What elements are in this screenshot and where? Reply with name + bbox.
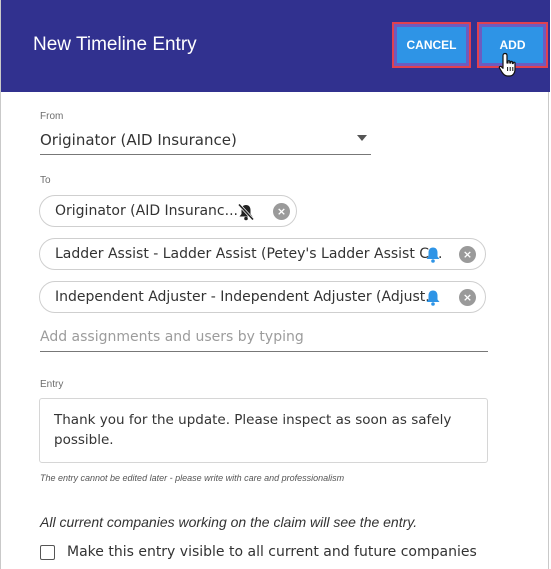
recipient-chip: Ladder Assist - Ladder Assist (Petey's L… [39,238,486,270]
entry-textarea[interactable]: Thank you for the update. Please inspect… [39,398,488,463]
dialog-title: New Timeline Entry [33,34,197,55]
bell-off-icon[interactable] [236,203,256,221]
recipient-chip-label: Ladder Assist - Ladder Assist (Petey's L… [55,246,443,262]
dialog-header: New Timeline Entry CANCEL ADD [1,0,550,92]
chevron-down-icon [357,135,367,141]
assignment-input-underline [40,351,488,352]
cancel-button-label: CANCEL [397,27,466,63]
from-select-value: Originator (AID Insurance) [40,131,237,149]
visibility-checkbox-label[interactable]: Make this entry visible to all current a… [67,544,477,560]
from-label: From [40,111,64,122]
recipient-chip: Originator (AID Insuranc... × [39,195,297,227]
visibility-notice: All current companies working on the cla… [40,514,418,530]
new-timeline-entry-dialog: New Timeline Entry CANCEL ADD From Origi… [0,0,550,569]
bell-icon[interactable] [424,246,442,264]
from-select-underline [40,154,371,155]
bell-icon[interactable] [424,289,442,307]
hand-cursor-icon [498,52,516,77]
remove-chip-icon[interactable]: × [459,289,476,306]
remove-chip-icon[interactable]: × [273,203,290,220]
to-label: To [40,175,51,186]
recipient-chip: Independent Adjuster - Independent Adjus… [39,281,486,313]
entry-label: Entry [40,379,64,390]
recipient-chip-label: Originator (AID Insuranc... [55,203,238,219]
assignment-input-placeholder: Add assignments and users by typing [40,329,304,345]
remove-chip-icon[interactable]: × [459,246,476,263]
recipient-chip-label: Independent Adjuster - Independent Adjus… [55,289,439,305]
cancel-button[interactable]: CANCEL [392,22,471,68]
entry-hint: The entry cannot be edited later - pleas… [40,473,345,483]
visibility-checkbox[interactable] [40,545,55,560]
